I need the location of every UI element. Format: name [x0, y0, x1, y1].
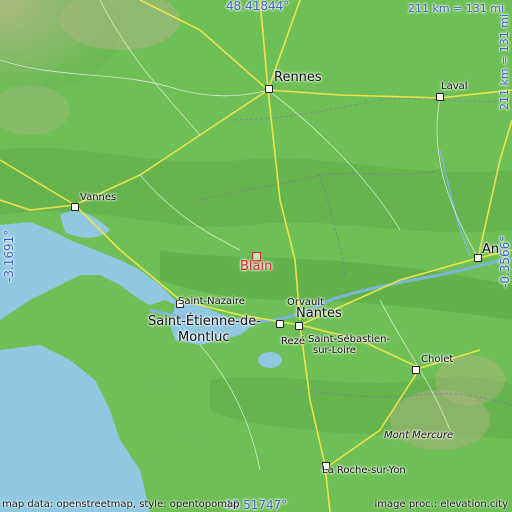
- city-marker-cholet[interactable]: [412, 366, 420, 374]
- city-marker-nantes[interactable]: [295, 322, 303, 330]
- city-marker-vannes[interactable]: [71, 203, 79, 211]
- city-marker-angers[interactable]: [474, 254, 482, 262]
- label-laval: Laval: [441, 81, 468, 92]
- city-marker-rennes[interactable]: [265, 85, 273, 93]
- label-saint-etienne: Saint-Étienne-de-: [148, 314, 261, 329]
- scale-vertical: 211 km = 131 mi: [498, 13, 511, 110]
- credit-map-data: map data: openstreetmap, style: opentopo…: [2, 499, 240, 510]
- credit-image-proc: image proc.: elevation.city: [374, 499, 509, 510]
- coord-top: 48.41844°: [226, 0, 290, 13]
- label-rennes: Rennes: [274, 70, 322, 85]
- label-montluc: Montluc: [178, 330, 230, 345]
- label-reze: Rezé: [281, 336, 306, 347]
- coord-right: -0.3566°: [498, 235, 512, 288]
- label-nantes: Nantes: [296, 306, 342, 321]
- city-marker-saint-etienne[interactable]: [276, 320, 284, 328]
- city-marker-laval[interactable]: [436, 93, 444, 101]
- label-angers: An: [482, 242, 500, 257]
- label-mont-mercure: Mont Mercure: [384, 430, 454, 441]
- label-vannes: Vannes: [80, 192, 117, 203]
- coord-left: -3.1691°: [2, 229, 16, 282]
- label-saint-sebastien: Saint-Sébastien-: [308, 334, 391, 345]
- label-cholet: Cholet: [421, 354, 454, 365]
- scale-horizontal: 211 km = 131 mi: [408, 2, 505, 15]
- label-sur-loire: sur-Loire: [313, 345, 356, 356]
- featured-town-label: Blain: [240, 259, 273, 274]
- label-la-roche: La Roche-sur-Yon: [322, 465, 406, 476]
- map-canvas[interactable]: 48.41844° 46.51747° -3.1691° -0.3566° 21…: [0, 0, 512, 512]
- label-saint-nazaire: Saint-Nazaire: [178, 296, 245, 307]
